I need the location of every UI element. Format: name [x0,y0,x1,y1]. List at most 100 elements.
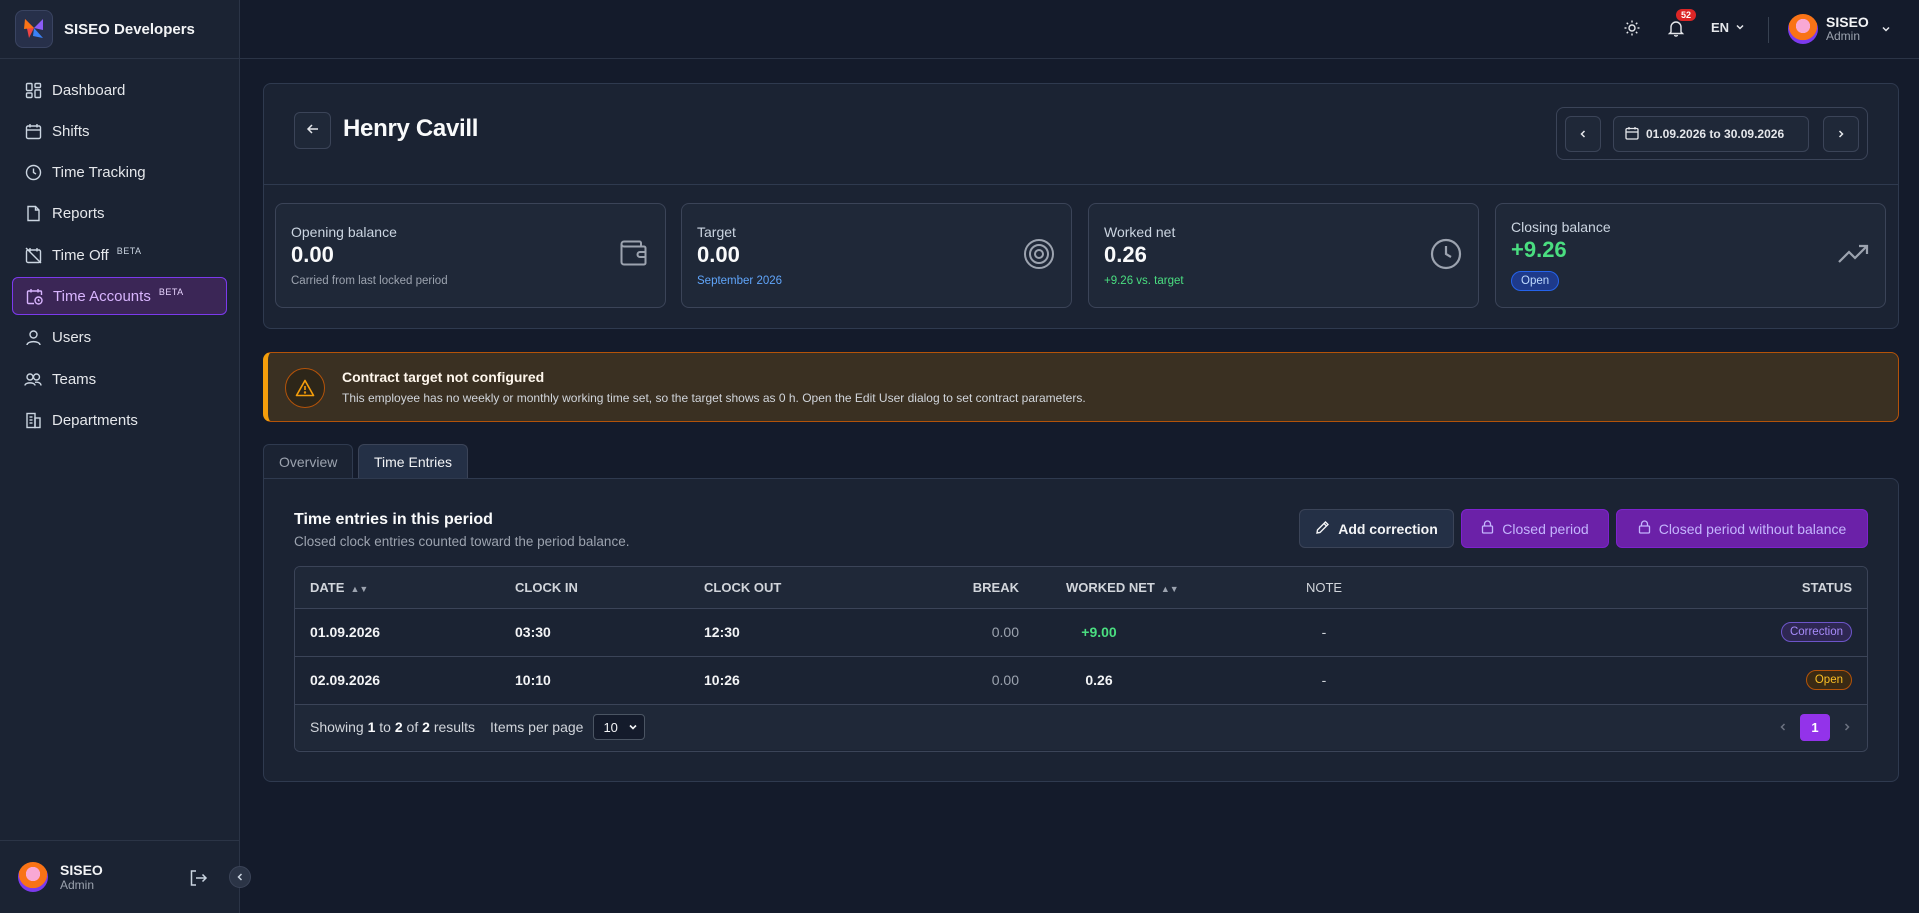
column-label: NOTE [1305,579,1343,595]
sidebar-item-users[interactable]: Users [12,319,227,357]
status-badge: Correction [1780,622,1852,642]
stat-label: Worked net [1104,224,1176,240]
user-menu[interactable]: SISEO Admin [1788,14,1891,44]
column-header-date[interactable]: DATE ▲▼ [295,567,515,609]
tab-overview[interactable]: Overview [263,444,354,478]
sidebar-item-dashboard[interactable]: Dashboard [12,71,227,109]
language-select[interactable]: EN [1711,20,1745,35]
status-badge: Open [1805,670,1852,690]
stat-label: Target [697,224,736,240]
back-button[interactable] [294,112,331,149]
sidebar-collapse-button[interactable] [229,866,251,888]
next-period-button[interactable] [1823,116,1859,152]
chevron-down-icon [1881,21,1891,37]
table-row[interactable]: 02.09.2026 10:10 10:26 0.00 0.26 - Open [295,656,1867,705]
text: Showing [310,719,364,735]
column-label: DATE [310,579,345,595]
range-to: 2 [394,719,403,735]
cell-break: 0.00 [889,656,1019,705]
tab-label: Overview [279,453,338,470]
stat-label: Opening balance [291,224,397,240]
previous-period-button[interactable] [1565,116,1601,152]
clock-icon [24,164,42,182]
items-per-page-label: Items per page [490,719,584,735]
clock-icon [1430,238,1462,273]
sidebar-item-reports[interactable]: Reports [12,195,227,233]
user-meta: SISEO Admin [60,862,103,892]
alert-title: Contract target not configured [342,369,545,385]
chevron-down-icon [628,720,638,735]
cell-clock-out: 12:30 [704,608,889,657]
sort-icon: ▲▼ [350,583,369,594]
date-range-picker[interactable]: 01.09.2026 to 30.09.2026 [1613,116,1809,152]
employee-header-panel: Henry Cavill 01.09.2026 to 30.09.2026 Op… [263,83,1899,329]
lock-icon [1481,520,1494,537]
document-icon [24,205,42,223]
user-role: Admin [60,878,95,892]
sidebar-item-time-tracking[interactable]: Time Tracking [12,154,227,192]
cell-note: - [1179,656,1469,705]
sidebar-item-label: Time Off [52,246,109,264]
text: to [379,719,391,735]
stat-label: Closing balance [1511,219,1611,235]
sidebar-item-label: Time Accounts [53,287,151,305]
closing-balance-card: Closing balance +9.26 Open [1495,203,1886,308]
table-row[interactable]: 01.09.2026 03:30 12:30 0.00 +9.00 - Corr… [295,608,1867,657]
logout-icon[interactable] [188,868,208,891]
divider [264,184,1898,185]
next-page-icon[interactable] [1842,719,1852,735]
tab-time-entries[interactable]: Time Entries [358,444,469,478]
sidebar-item-label: Users [52,329,92,347]
sidebar-item-shifts[interactable]: Shifts [12,112,227,150]
calendar-off-icon [24,246,42,264]
closed-period-button[interactable]: Closed period [1461,509,1609,548]
range-from: 1 [367,719,376,735]
theme-toggle-icon[interactable] [1623,19,1641,40]
sidebar-nav: Dashboard Shifts Time Tracking Reports T… [0,59,239,439]
user-icon [24,329,42,347]
building-icon [24,411,42,429]
avatar[interactable] [18,862,48,892]
calendar-icon [1625,126,1639,143]
lock-icon [1638,520,1651,537]
cell-break: 0.00 [889,608,1019,657]
brand-logo [15,10,53,48]
dashboard-icon [24,81,42,99]
brand[interactable]: SISEO Developers [0,0,239,59]
bell-icon[interactable] [1667,19,1685,40]
worked-net-card: Worked net 0.26 +9.26 vs. target [1088,203,1479,308]
tab-label: Time Entries [374,453,453,470]
cell-date: 02.09.2026 [295,656,515,705]
cell-status: Correction [1469,608,1867,657]
section-title: Time entries in this period [294,511,493,528]
sidebar-item-teams[interactable]: Teams [12,360,227,398]
wallet-icon [619,238,649,271]
warning-alert: Contract target not configured This empl… [263,352,1899,422]
closed-period-without-balance-button[interactable]: Closed period without balance [1616,509,1868,548]
pagination: 1 [1778,713,1852,741]
column-label: WORKED NET [1066,579,1155,595]
chevron-right-icon [1836,126,1846,142]
chevron-left-icon [1578,126,1588,142]
page-button[interactable]: 1 [1800,713,1830,741]
column-header-worked-net[interactable]: WORKED NET ▲▼ [1019,567,1179,609]
sidebar-item-time-off[interactable]: Time Off BETA [12,236,227,274]
language-label: EN [1711,20,1730,35]
column-header-clock-out: CLOCK OUT [704,567,889,609]
table-footer: Showing 1 to 2 of 2 results Items per pa… [295,704,1867,750]
sidebar-item-label: Time Tracking [52,164,146,182]
add-correction-button[interactable]: Add correction [1299,509,1454,548]
stat-value: 0.00 [291,242,334,267]
button-label: Add correction [1338,520,1438,537]
previous-page-icon[interactable] [1778,719,1788,735]
stat-value: 0.26 [1104,242,1147,267]
page-title: Henry Cavill [343,115,479,142]
sidebar-item-time-accounts[interactable]: Time Accounts BETA [12,277,227,316]
items-per-page-select[interactable]: 10 [593,714,646,740]
cell-date: 01.09.2026 [295,608,515,657]
cell-clock-in: 03:30 [515,608,704,657]
time-entries-table: DATE ▲▼ CLOCK IN CLOCK OUT BREAK WORKED N… [294,566,1868,752]
cell-clock-in: 10:10 [515,656,704,705]
button-label: Closed period [1502,520,1589,537]
sidebar-item-departments[interactable]: Departments [12,401,227,439]
